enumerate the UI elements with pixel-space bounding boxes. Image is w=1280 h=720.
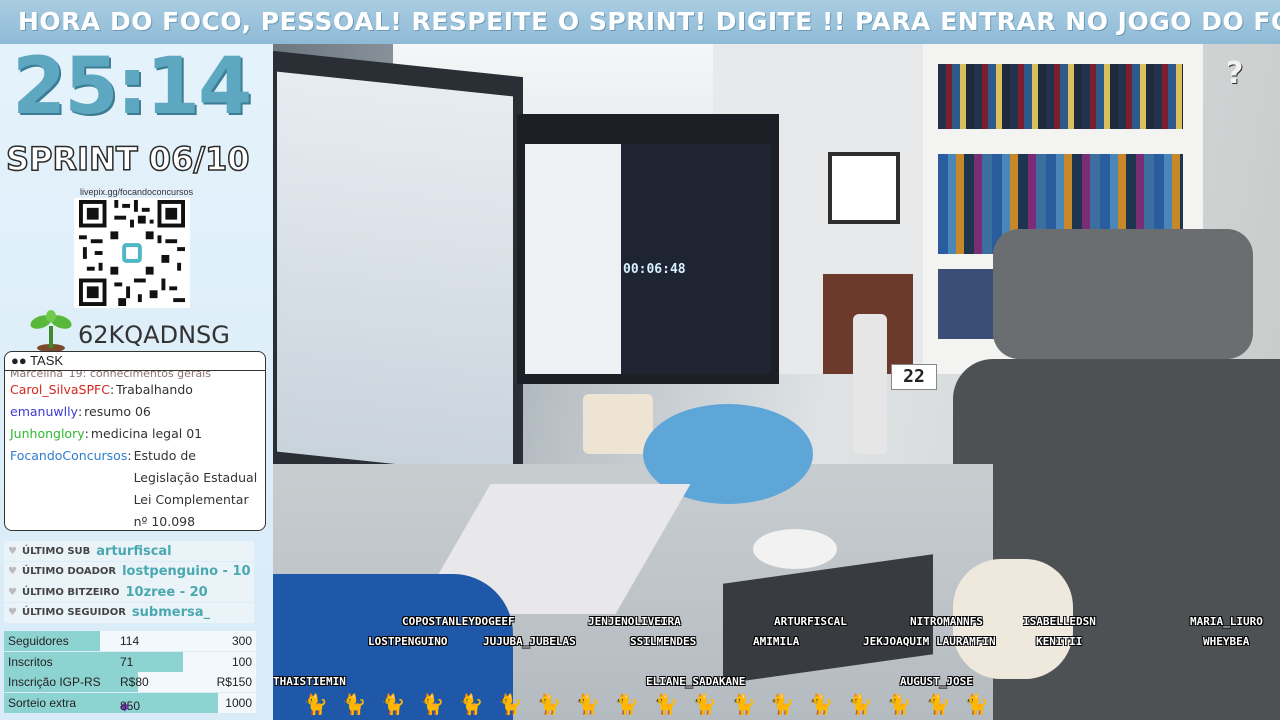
cat-icon: 🐈 [847,692,873,716]
donation-qr-code [74,198,190,308]
left-monitor-screen [277,71,513,477]
event-last-sub: ♥ ÚLTIMO SUB arturfiscal [4,541,254,561]
task-text: resumo 06 [84,404,151,419]
cat-icon: 🐈 [303,692,328,716]
cat-icon: 🐈 [380,692,406,716]
goal-label: Inscrição IGP-RS [8,675,101,689]
event-value: submersa_ [131,605,210,620]
goal-current: 71 [120,654,134,669]
goal-current: R$80 [120,675,149,689]
recent-events: ♥ ÚLTIMO SUB arturfiscal ♥ ÚLTIMO DOADOR los… [4,541,254,624]
goal-target: 1000 [225,695,252,710]
desk-calendar: 22 [891,364,937,390]
plush-toy [953,559,1073,679]
task-list: Marcelina_19: conhecimentos gerais Carol… [5,371,265,530]
cat-icon: 🐈 [497,692,523,716]
heart-icon: ♥ [8,566,17,577]
question-mark-icon[interactable]: ? [1226,56,1254,91]
task-user: FocandoConcursos [10,448,128,463]
cat-icon: 🐈 [575,692,601,716]
cat-icon: 🐈 [419,692,445,716]
goal-label: Sorteio extra [8,695,77,710]
event-last-donor: ♥ ÚLTIMO DOADOR lostpenguino - 10 [4,561,254,582]
event-value: 10zree - 20 [125,584,208,600]
task-item: emanuwlly: resumo 06 [10,401,260,423]
goal-followers: Seguidores 114 300 [4,631,256,651]
sprout-icon [30,310,72,352]
cat-icon: 🐈 [730,692,756,716]
task-panel: ●● TASK Marcelina_19: conhecimentos gera… [4,351,266,531]
cat-icon: 🐈 [769,692,795,716]
goal-subscribers: Inscritos 71 100 [4,651,256,672]
donation-url: livepix.gg/focandoconcursos [80,187,194,197]
cat-icon: 🐈 [458,692,484,716]
stream-sidebar: 25:14 SPRINT 06/10 livepix.gg/focandocon… [0,44,273,720]
goal-label: Seguidores [8,634,69,648]
event-label: ÚLTIMO DOADOR [22,566,117,577]
cat-icon: 🐈 [692,692,717,716]
task-user: Junhonglory [10,426,85,441]
wall-frame [828,152,900,224]
task-user: Carol_SilvaSPFC [10,382,110,397]
goal-target: 300 [231,634,252,648]
event-last-follower: ♥ ÚLTIMO SEGUIDOR submersa_ [4,602,254,623]
task-item: Junhonglory: medicina legal 01 [10,423,260,445]
task-text: medicina legal 01 [90,426,203,441]
cat-icon: 🐈 [341,692,367,716]
cat-icon: 🐈 [536,692,562,716]
mouse [753,529,837,569]
event-label: ÚLTIMO BITZEIRO [22,586,120,598]
webcam-feed: 22 00:06:48 ? COPOSTANLEYDOGEEF JENJENOL… [273,44,1280,720]
focus-banner: HORA DO FOCO, PESSOAL! RESPEITE O SPRINT… [0,0,1280,44]
goal-extra-raffle: Sorteio extra ◆ 850 1000 [4,692,256,713]
sprint-counter: SPRINT 06/10 [5,139,250,179]
mug [583,394,653,454]
task-text: Estudo de Legislação Estadual Lei Comple… [133,448,258,529]
event-last-bits: ♥ ÚLTIMO BITZEIRO 10zree - 20 [4,582,254,602]
task-panel-title: ●● TASK [5,352,265,371]
event-label: ÚLTIMO SEGUIDOR [22,607,126,618]
cat-sprites-row: 🐈 🐈 🐈 🐈 🐈 🐈 🐈 🐈 🐈 🐈 🐈 🐈 🐈 🐈 🐈 🐈 🐈 🐈 [273,692,1280,720]
qr-code-icon [79,200,185,306]
books-top-shelf [938,64,1183,129]
goal-igp-registration: Inscrição IGP-RS R$80 R$150 [4,672,256,692]
task-item-truncated: Marcelina_19: conhecimentos gerais [10,371,211,379]
banner-text: HORA DO FOCO, PESSOAL! RESPEITE O SPRINT… [18,7,1280,36]
event-value: arturfiscal [96,543,172,559]
event-value: lostpenguino - 10 [122,564,251,579]
task-item: FocandoConcursos: Estudo de Legislação E… [10,445,260,530]
goals-panel: Seguidores 114 300 Inscritos 71 100 Insc… [4,631,256,714]
goal-target: R$150 [216,675,252,689]
task-user: emanuwlly [10,404,78,419]
document-window [525,144,621,374]
goal-target: 100 [231,654,252,669]
cat-icon: 🐈 [614,692,640,716]
cat-icon: 🐈 [808,692,834,716]
goal-current: 114 [120,634,140,648]
cat-icon: 🐈 [964,692,990,716]
task-item: Carol_SilvaSPFC: Trabalhando [10,379,260,401]
goal-current-value: 850 [120,698,141,713]
monitor-timer-text: 00:06:48 [623,262,686,277]
chair-headrest [993,229,1253,359]
task-text: Trabalhando [116,382,193,397]
cat-icon: 🐈 [886,692,912,716]
cat-icon: 🐈 [653,692,679,716]
heart-icon: ♥ [8,545,17,557]
event-label: ÚLTIMO SUB [22,545,91,557]
cat-icon: 🐈 [925,692,951,716]
heart-icon: ♥ [8,607,17,618]
heart-icon: ♥ [8,586,17,598]
donation-code: 62KQADNSG [78,321,230,349]
water-bottle [853,314,887,454]
video-call-window [621,144,771,374]
goal-label: Inscritos [8,654,53,669]
pomodoro-timer: 25:14 [12,42,252,132]
